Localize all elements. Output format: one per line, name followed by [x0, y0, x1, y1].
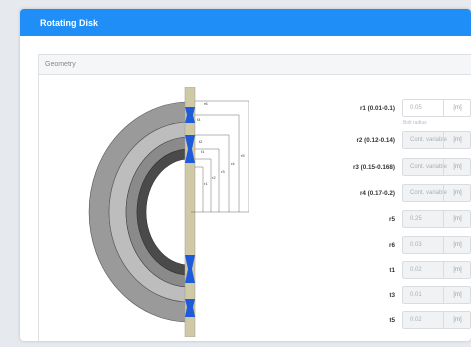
param-label-wrap-r2: r2 (0.12-0.14): [285, 131, 395, 151]
r4-value: Cont. variable: [410, 190, 448, 196]
geometry-panel: Geometry r6 r5 r4 r3 r2 r1 t3 t2 t1 r1 (…: [38, 54, 471, 341]
param-label-wrap-r3: r3 (0.15-0.168): [285, 158, 395, 178]
param-label-t1: t1: [389, 267, 395, 274]
t1-unit: [m]: [453, 267, 462, 273]
r1-field[interactable]: 0.05 [m]: [402, 99, 471, 117]
param-label-r6: r6: [389, 242, 395, 249]
dim-label-r4: r4: [231, 161, 235, 166]
r6-unit: [m]: [453, 242, 462, 248]
r1-unit: [m]: [453, 105, 462, 111]
geometry-panel-header: Geometry: [39, 55, 471, 75]
param-label-t3: t3: [389, 292, 395, 299]
disk-diagram: r6 r5 r4 r3 r2 r1 t3 t2 t1: [88, 87, 249, 337]
param-label-r5: r5: [389, 216, 395, 223]
dim-label-r1: r1: [204, 181, 208, 186]
param-label-wrap-r4: r4 (0.17-0.2): [285, 184, 395, 204]
r3-unit: [m]: [453, 164, 462, 170]
param-label-wrap-r5: r5: [285, 210, 395, 230]
t1-value: 0.02: [410, 267, 422, 273]
param-label-wrap-r6: r6: [285, 236, 395, 256]
param-label-wrap-t3: t3: [285, 286, 395, 306]
param-label-r1: r1 (0.01-0.1): [359, 105, 395, 112]
param-label-wrap-r1: r1 (0.01-0.1): [285, 99, 395, 119]
param-label-t5: t5: [389, 317, 395, 324]
geometry-panel-title: Geometry: [45, 61, 76, 68]
window-title: Rotating Disk: [40, 17, 99, 28]
dim-label-r5: r5: [241, 153, 245, 158]
t5-value: 0.02: [410, 317, 422, 323]
dim-label-r3: r3: [221, 169, 225, 174]
r5-value: 0.25: [410, 216, 422, 222]
r2-unit: [m]: [453, 137, 462, 143]
r3-value: Cont. variable: [410, 164, 448, 170]
r2-value: Cont. variable: [410, 137, 448, 143]
t5-field[interactable]: 0.02 [m]: [402, 311, 471, 329]
t3-unit: [m]: [453, 292, 462, 298]
dim-label-t2: t2: [199, 139, 203, 144]
r4-field[interactable]: Cont. variable [m]: [402, 184, 471, 202]
r6-field[interactable]: 0.03 [m]: [402, 236, 471, 254]
dim-label-r6: r6: [204, 101, 208, 106]
param-label-wrap-t1: t1: [285, 261, 395, 281]
t1-field[interactable]: 0.02 [m]: [402, 261, 471, 279]
param-label-wrap-t5: t5: [285, 311, 395, 331]
window-titlebar: Rotating Disk: [20, 9, 471, 36]
r5-field[interactable]: 0.25 [m]: [402, 210, 471, 228]
dim-label-r2: r2: [212, 175, 216, 180]
r5-unit: [m]: [453, 216, 462, 222]
r1-hint: Bolt radius: [403, 120, 427, 126]
dim-label-t1: t1: [201, 149, 205, 154]
dim-label-t3: t3: [197, 117, 201, 122]
t3-value: 0.01: [410, 292, 422, 298]
t3-field[interactable]: 0.01 [m]: [402, 286, 471, 304]
param-label-r2: r2 (0.12-0.14): [356, 137, 395, 144]
r1-value[interactable]: 0.05: [410, 105, 422, 111]
rotating-disk-window: Rotating Disk Geometry r6 r5 r4 r3 r2 r1…: [20, 9, 471, 341]
t5-unit: [m]: [453, 317, 462, 323]
r4-unit: [m]: [453, 190, 462, 196]
param-label-r3: r3 (0.15-0.168): [352, 164, 395, 171]
r3-field[interactable]: Cont. variable [m]: [402, 158, 471, 176]
param-label-r4: r4 (0.17-0.2): [359, 190, 395, 197]
r6-value: 0.03: [410, 242, 422, 248]
r2-field[interactable]: Cont. variable [m]: [402, 131, 471, 149]
